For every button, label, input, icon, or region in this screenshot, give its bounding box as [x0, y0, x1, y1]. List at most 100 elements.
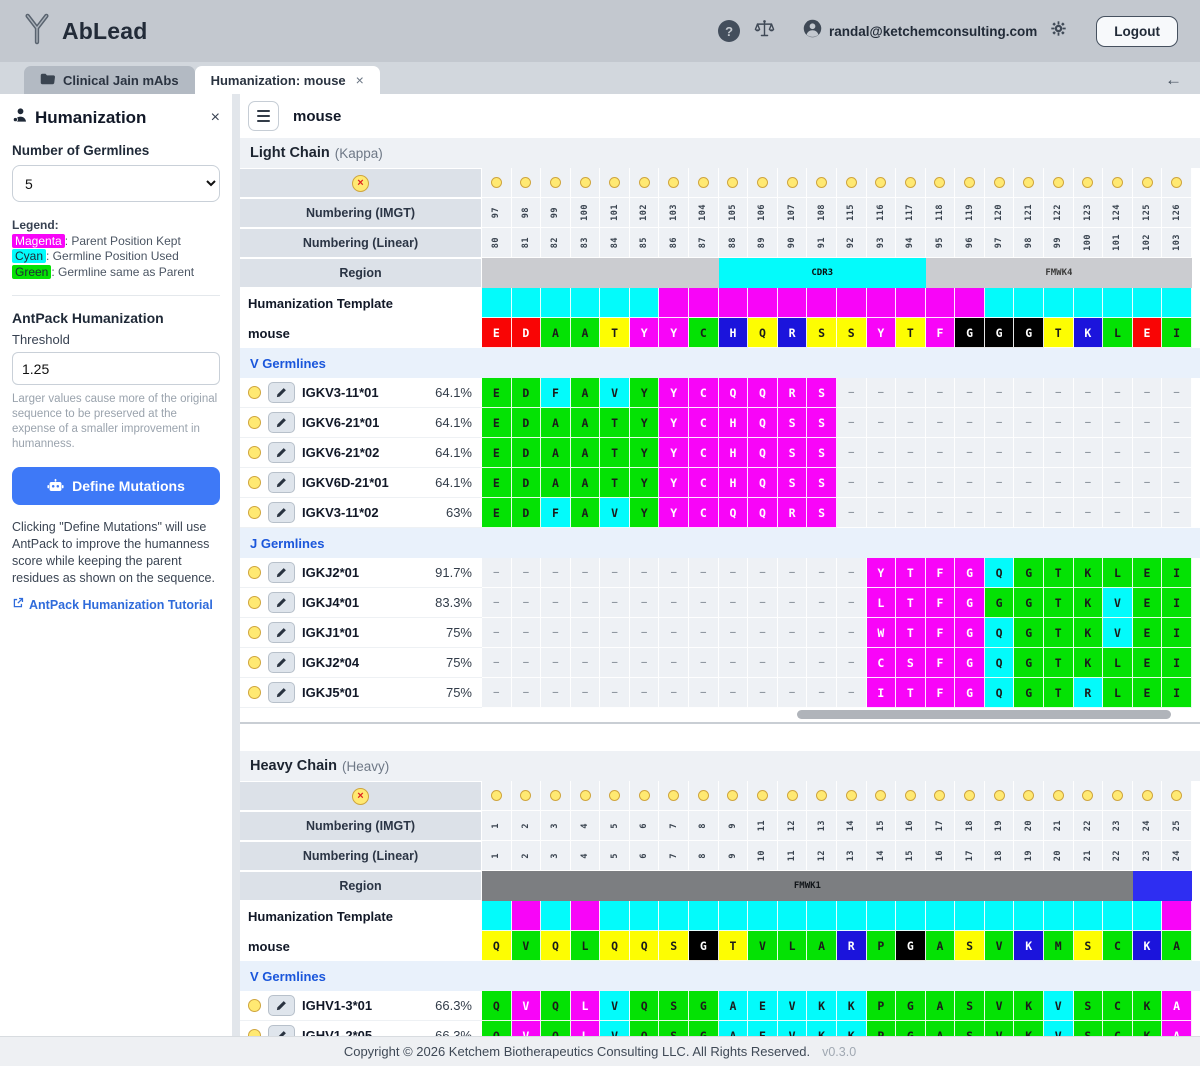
position-toggle-cell[interactable]	[896, 168, 926, 198]
template-cell[interactable]	[1133, 288, 1163, 318]
position-toggle-cell[interactable]	[630, 168, 660, 198]
position-toggle-icon[interactable]	[875, 790, 886, 801]
template-cell[interactable]	[926, 901, 956, 931]
template-cell[interactable]	[896, 288, 926, 318]
position-toggle-cell[interactable]	[955, 168, 985, 198]
position-toggle-cell[interactable]	[689, 168, 719, 198]
tab-close-icon[interactable]: ×	[356, 72, 364, 88]
position-toggle-cell[interactable]	[719, 781, 749, 811]
template-cell[interactable]	[482, 901, 512, 931]
position-toggle-cell[interactable]	[600, 781, 630, 811]
position-toggle-cell[interactable]	[748, 781, 778, 811]
position-toggle-icon[interactable]	[1171, 177, 1182, 188]
edit-germline-button[interactable]	[268, 592, 295, 613]
position-toggle-icon[interactable]	[639, 790, 650, 801]
position-toggle-cell[interactable]	[512, 781, 542, 811]
position-toggle-cell[interactable]	[778, 168, 808, 198]
germline-select-radio[interactable]	[248, 416, 261, 429]
logout-button[interactable]: Logout	[1096, 16, 1178, 47]
germline-select-radio[interactable]	[248, 446, 261, 459]
position-toggle-cell[interactable]	[719, 168, 749, 198]
position-toggle-icon[interactable]	[609, 790, 620, 801]
template-cell[interactable]	[955, 288, 985, 318]
position-toggle-cell[interactable]	[571, 781, 601, 811]
position-toggle-cell[interactable]	[807, 168, 837, 198]
position-toggle-cell[interactable]	[659, 168, 689, 198]
position-toggle-cell[interactable]	[659, 781, 689, 811]
template-cell[interactable]	[719, 901, 749, 931]
position-toggle-cell[interactable]	[867, 168, 897, 198]
position-toggle-icon[interactable]	[727, 177, 738, 188]
edit-germline-button[interactable]	[268, 995, 295, 1016]
template-cell[interactable]	[689, 901, 719, 931]
position-toggle-icon[interactable]	[520, 177, 531, 188]
germline-select-radio[interactable]	[248, 566, 261, 579]
position-toggle-icon[interactable]	[1053, 790, 1064, 801]
template-cell[interactable]	[926, 288, 956, 318]
template-cell[interactable]	[1162, 901, 1192, 931]
template-cell[interactable]	[600, 901, 630, 931]
position-toggle-icon[interactable]	[491, 177, 502, 188]
template-cell[interactable]	[1074, 288, 1104, 318]
settings-gear-icon[interactable]	[1051, 21, 1066, 41]
template-cell[interactable]	[1103, 288, 1133, 318]
template-cell[interactable]	[541, 901, 571, 931]
template-cell[interactable]	[896, 901, 926, 931]
position-toggle-icon[interactable]	[1023, 177, 1034, 188]
template-cell[interactable]	[807, 901, 837, 931]
position-toggle-cell[interactable]	[778, 781, 808, 811]
position-toggle-icon[interactable]	[1142, 177, 1153, 188]
position-toggle-icon[interactable]	[964, 790, 975, 801]
position-toggle-icon[interactable]	[1082, 177, 1093, 188]
position-toggle-cell[interactable]	[985, 781, 1015, 811]
position-toggle-cell[interactable]	[482, 168, 512, 198]
position-toggle-cell[interactable]	[630, 781, 660, 811]
germline-select-radio[interactable]	[248, 506, 261, 519]
position-toggle-cell[interactable]	[1133, 168, 1163, 198]
germline-select-radio[interactable]	[248, 1029, 261, 1036]
position-toggle-icon[interactable]	[757, 177, 768, 188]
template-cell[interactable]	[689, 288, 719, 318]
threshold-input[interactable]	[12, 352, 220, 385]
position-toggle-cell[interactable]	[1074, 168, 1104, 198]
position-toggle-icon[interactable]	[698, 790, 709, 801]
position-toggle-icon[interactable]	[787, 790, 798, 801]
template-cell[interactable]	[482, 288, 512, 318]
position-toggle-cell[interactable]	[896, 781, 926, 811]
position-toggle-icon[interactable]	[727, 790, 738, 801]
position-toggle-icon[interactable]	[1082, 790, 1093, 801]
position-toggle-cell[interactable]	[837, 781, 867, 811]
template-cell[interactable]	[778, 288, 808, 318]
position-toggle-icon[interactable]	[934, 790, 945, 801]
position-toggle-cell[interactable]	[600, 168, 630, 198]
position-toggle-cell[interactable]	[1044, 781, 1074, 811]
template-cell[interactable]	[630, 901, 660, 931]
template-cell[interactable]	[600, 288, 630, 318]
position-toggle-cell[interactable]	[1133, 781, 1163, 811]
tab-clinical-jain-mabs[interactable]: Clinical Jain mAbs	[24, 66, 195, 94]
position-toggle-icon[interactable]	[757, 790, 768, 801]
edit-germline-button[interactable]	[268, 472, 295, 493]
template-cell[interactable]	[659, 901, 689, 931]
clear-selection-button[interactable]: ×	[352, 788, 369, 805]
template-cell[interactable]	[1044, 288, 1074, 318]
scrollbar-thumb[interactable]	[797, 710, 1171, 719]
position-toggle-cell[interactable]	[1044, 168, 1074, 198]
position-toggle-icon[interactable]	[520, 790, 531, 801]
position-toggle-icon[interactable]	[994, 790, 1005, 801]
edit-germline-button[interactable]	[268, 442, 295, 463]
germline-select-radio[interactable]	[248, 596, 261, 609]
position-toggle-icon[interactable]	[964, 177, 975, 188]
position-toggle-icon[interactable]	[994, 177, 1005, 188]
template-cell[interactable]	[837, 288, 867, 318]
template-cell[interactable]	[837, 901, 867, 931]
position-toggle-cell[interactable]	[1014, 781, 1044, 811]
position-toggle-icon[interactable]	[550, 177, 561, 188]
position-toggle-icon[interactable]	[639, 177, 650, 188]
position-toggle-icon[interactable]	[905, 177, 916, 188]
define-mutations-button[interactable]: Define Mutations	[12, 467, 220, 505]
germline-select-radio[interactable]	[248, 999, 261, 1012]
position-toggle-icon[interactable]	[1142, 790, 1153, 801]
template-cell[interactable]	[659, 288, 689, 318]
template-cell[interactable]	[1162, 288, 1192, 318]
